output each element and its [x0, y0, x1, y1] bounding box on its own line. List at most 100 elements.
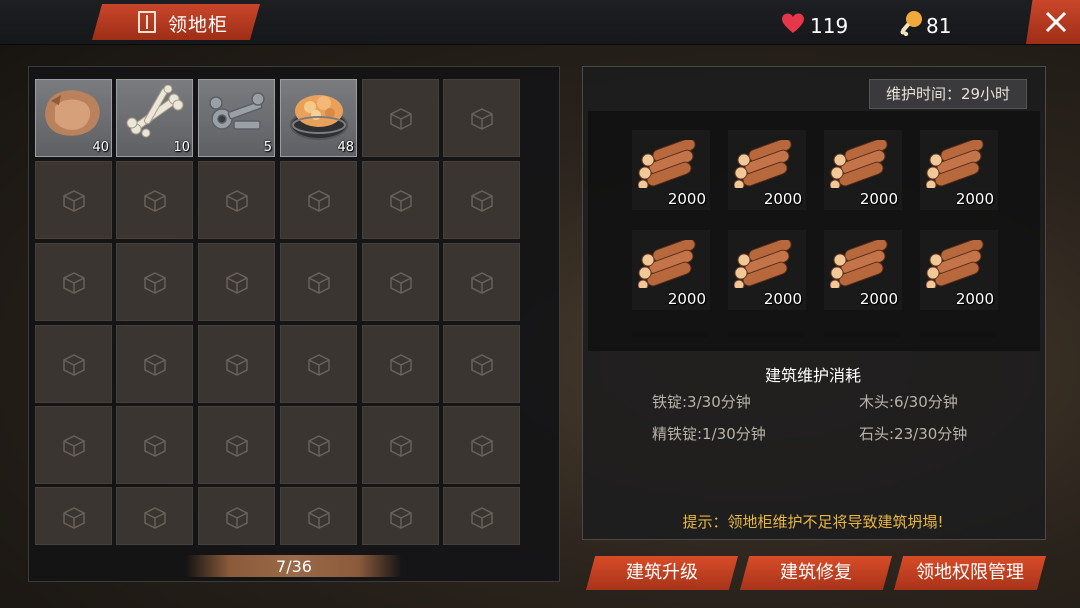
- empty-slot-icon: [144, 507, 166, 529]
- inventory-slot[interactable]: 5: [198, 79, 275, 157]
- wood-logs-icon: [925, 138, 988, 192]
- item-quantity: 2000: [955, 190, 994, 208]
- heart-icon: [782, 13, 804, 33]
- empty-inventory-slot[interactable]: [280, 325, 357, 403]
- inventory-slot[interactable]: 48: [280, 79, 357, 157]
- item-quantity: 5: [263, 140, 272, 155]
- drumstick-icon: [900, 11, 922, 36]
- empty-inventory-slot[interactable]: [362, 161, 439, 239]
- maintenance-cost-title: 建筑维护消耗: [764, 366, 861, 385]
- repair-building-button[interactable]: 建筑修复: [740, 556, 892, 590]
- empty-inventory-slot[interactable]: [116, 406, 193, 484]
- empty-slot-icon: [471, 507, 493, 529]
- empty-inventory-slot[interactable]: [116, 325, 193, 403]
- empty-inventory-slot[interactable]: [198, 406, 275, 484]
- wood-logs-icon: [829, 238, 892, 292]
- maintenance-slot[interactable]: 2000: [920, 230, 998, 310]
- empty-inventory-slot[interactable]: [198, 243, 275, 321]
- close-button[interactable]: [1026, 0, 1080, 44]
- empty-slot-icon: [308, 507, 330, 529]
- empty-slot-icon: [390, 435, 412, 457]
- empty-inventory-slot[interactable]: [116, 487, 193, 545]
- maintenance-slot-partial: [728, 332, 804, 338]
- empty-slot-icon: [63, 272, 85, 294]
- empty-inventory-slot[interactable]: [443, 325, 520, 403]
- cost-wood: 木头:6/30分钟: [859, 393, 958, 411]
- empty-slot-icon: [63, 354, 85, 376]
- empty-inventory-slot[interactable]: [35, 406, 112, 484]
- empty-inventory-slot[interactable]: [280, 406, 357, 484]
- empty-inventory-slot[interactable]: [35, 243, 112, 321]
- empty-inventory-slot[interactable]: [443, 487, 520, 545]
- empty-slot-icon: [471, 435, 493, 457]
- cost-refined-iron: 精铁锭:1/30分钟: [652, 425, 766, 443]
- empty-inventory-slot[interactable]: [362, 79, 439, 157]
- empty-inventory-slot[interactable]: [443, 79, 520, 157]
- item-quantity: 2000: [955, 290, 994, 308]
- maintenance-slot[interactable]: 2000: [632, 230, 710, 310]
- empty-inventory-slot[interactable]: [198, 325, 275, 403]
- food-value: 81: [926, 14, 952, 38]
- empty-inventory-slot[interactable]: [35, 487, 112, 545]
- empty-slot-icon: [390, 354, 412, 376]
- item-quantity: 2000: [667, 290, 706, 308]
- maintenance-slot[interactable]: 2000: [920, 130, 998, 210]
- empty-slot-icon: [471, 272, 493, 294]
- empty-slot-icon: [226, 190, 248, 212]
- capacity-bar: 7/36: [186, 555, 402, 577]
- empty-inventory-slot[interactable]: [280, 487, 357, 545]
- item-quantity: 10: [173, 140, 190, 155]
- empty-inventory-slot[interactable]: [443, 161, 520, 239]
- empty-inventory-slot[interactable]: [198, 487, 275, 545]
- empty-inventory-slot[interactable]: [35, 325, 112, 403]
- empty-slot-icon: [308, 354, 330, 376]
- empty-inventory-slot[interactable]: [443, 406, 520, 484]
- cost-stone: 石头:23/30分钟: [859, 425, 968, 443]
- empty-inventory-slot[interactable]: [198, 161, 275, 239]
- empty-slot-icon: [308, 190, 330, 212]
- wood-logs-icon: [733, 138, 796, 192]
- upgrade-building-button[interactable]: 建筑升级: [586, 556, 738, 590]
- wood-logs-icon: [925, 238, 988, 292]
- empty-slot-icon: [144, 190, 166, 212]
- empty-inventory-slot[interactable]: [35, 161, 112, 239]
- empty-slot-icon: [390, 108, 412, 130]
- territory-permissions-button[interactable]: 领地权限管理: [894, 556, 1046, 590]
- bones-icon: [122, 84, 188, 147]
- empty-slot-icon: [226, 507, 248, 529]
- item-quantity: 2000: [859, 290, 898, 308]
- maintenance-slot[interactable]: 2000: [632, 130, 710, 210]
- empty-slot-icon: [226, 435, 248, 457]
- empty-slot-icon: [308, 435, 330, 457]
- empty-inventory-slot[interactable]: [362, 487, 439, 545]
- hide-icon: [41, 85, 107, 147]
- empty-slot-icon: [226, 272, 248, 294]
- wood-logs-icon: [637, 138, 700, 192]
- inventory-slot[interactable]: 40: [35, 79, 112, 157]
- maintenance-slot[interactable]: 2000: [728, 230, 806, 310]
- item-quantity: 40: [92, 140, 109, 155]
- empty-inventory-slot[interactable]: [280, 243, 357, 321]
- warning-hint: 提示：领地柜维护不足将导致建筑坍塌!: [682, 513, 944, 531]
- cabinet-icon: [138, 11, 156, 33]
- item-quantity: 48: [337, 140, 354, 155]
- maintenance-slot-partial: [632, 332, 708, 338]
- item-quantity: 2000: [763, 290, 802, 308]
- empty-inventory-slot[interactable]: [443, 243, 520, 321]
- wood-logs-icon: [637, 238, 700, 292]
- empty-slot-icon: [390, 190, 412, 212]
- maintenance-slot[interactable]: 2000: [824, 230, 902, 310]
- capacity-text: 7/36: [276, 557, 312, 576]
- empty-inventory-slot[interactable]: [362, 243, 439, 321]
- food-bowl-icon: [286, 85, 352, 147]
- empty-inventory-slot[interactable]: [362, 406, 439, 484]
- empty-inventory-slot[interactable]: [362, 325, 439, 403]
- empty-inventory-slot[interactable]: [280, 161, 357, 239]
- empty-inventory-slot[interactable]: [116, 161, 193, 239]
- empty-slot-icon: [471, 190, 493, 212]
- maintenance-slot[interactable]: 2000: [824, 130, 902, 210]
- inventory-slot[interactable]: 10: [116, 79, 193, 157]
- empty-inventory-slot[interactable]: [116, 243, 193, 321]
- item-quantity: 2000: [763, 190, 802, 208]
- maintenance-slot[interactable]: 2000: [728, 130, 806, 210]
